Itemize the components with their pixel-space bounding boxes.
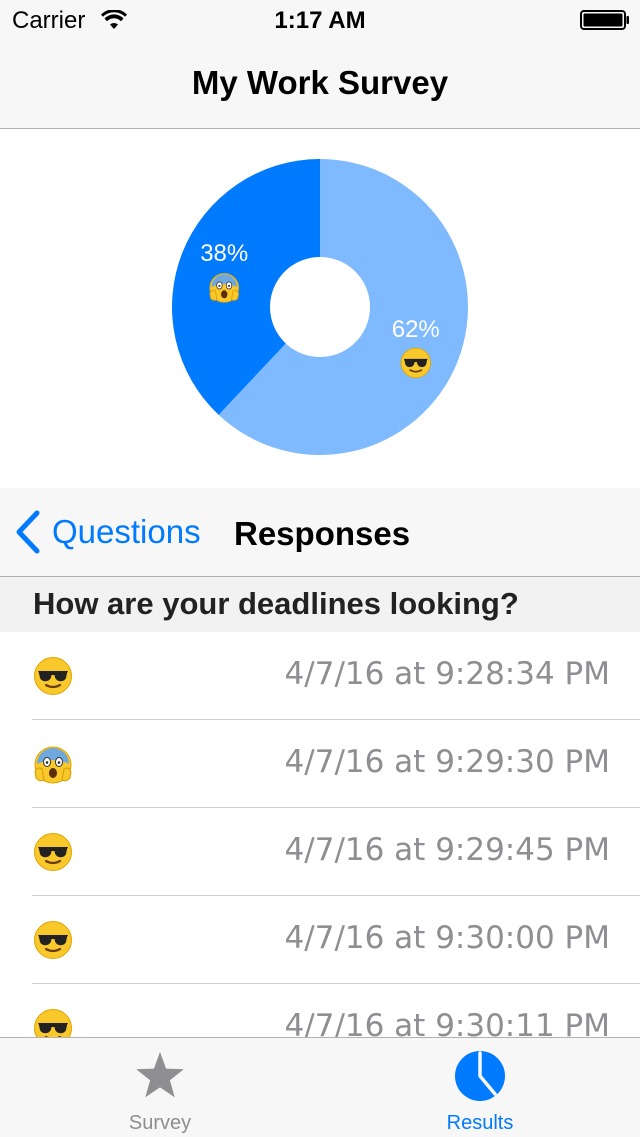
emoji-icon (34, 921, 72, 959)
status-bar: Carrier 1:17 AM (0, 0, 640, 40)
emoji-icon (34, 746, 72, 784)
table-row[interactable]: 4/7/16 at 9:30:11 PM (0, 984, 640, 1037)
responses-navigation-bar: Questions Responses (0, 488, 640, 577)
response-timestamp: 4/7/16 at 9:29:45 PM (284, 832, 610, 868)
tab-results-label: Results (446, 1112, 514, 1134)
tab-survey-label: Survey (128, 1112, 192, 1134)
responses-list[interactable]: 4/7/16 at 9:28:34 PM 4/7/16 at 9:29:30 P… (0, 632, 640, 1037)
tab-survey[interactable]: Survey (0, 1038, 320, 1137)
tab-results[interactable]: Results (320, 1038, 640, 1137)
chevron-left-icon (16, 510, 40, 554)
response-timestamp: 4/7/16 at 9:29:30 PM (284, 744, 610, 780)
question-title: How are your deadlines looking? (33, 586, 519, 621)
slice-label: 62% (392, 316, 440, 343)
navigation-bar: My Work Survey (0, 40, 640, 129)
results-chart-area: 62% 38% (0, 129, 640, 487)
battery-icon (580, 10, 629, 30)
sunglasses-emoji-icon (400, 347, 431, 379)
table-row[interactable]: 4/7/16 at 9:30:00 PM (0, 896, 640, 984)
response-timestamp: 4/7/16 at 9:28:34 PM (284, 656, 610, 692)
emoji-icon (34, 833, 72, 871)
responses-title: Responses (234, 515, 411, 552)
donut-chart: 62% 38% (172, 159, 469, 455)
scream-emoji-icon (209, 273, 240, 303)
table-row[interactable]: 4/7/16 at 9:29:45 PM (0, 808, 640, 896)
section-header: How are your deadlines looking? (0, 577, 640, 632)
back-button-label: Questions (52, 513, 201, 550)
clock: 1:17 AM (274, 7, 366, 34)
tab-bar: Survey Results (0, 1037, 640, 1137)
star-icon (136, 1052, 184, 1098)
emoji-icon (34, 1009, 72, 1037)
emoji-icon (34, 657, 72, 695)
back-button[interactable]: Questions (14, 508, 201, 556)
response-timestamp: 4/7/16 at 9:30:11 PM (284, 1008, 610, 1037)
table-row[interactable]: 4/7/16 at 9:29:30 PM (0, 720, 640, 808)
table-row[interactable]: 4/7/16 at 9:28:34 PM (0, 632, 640, 720)
slice-label: 38% (200, 240, 248, 267)
pie-chart-icon (455, 1051, 505, 1101)
response-timestamp: 4/7/16 at 9:30:00 PM (284, 920, 610, 956)
page-title: My Work Survey (191, 64, 449, 101)
